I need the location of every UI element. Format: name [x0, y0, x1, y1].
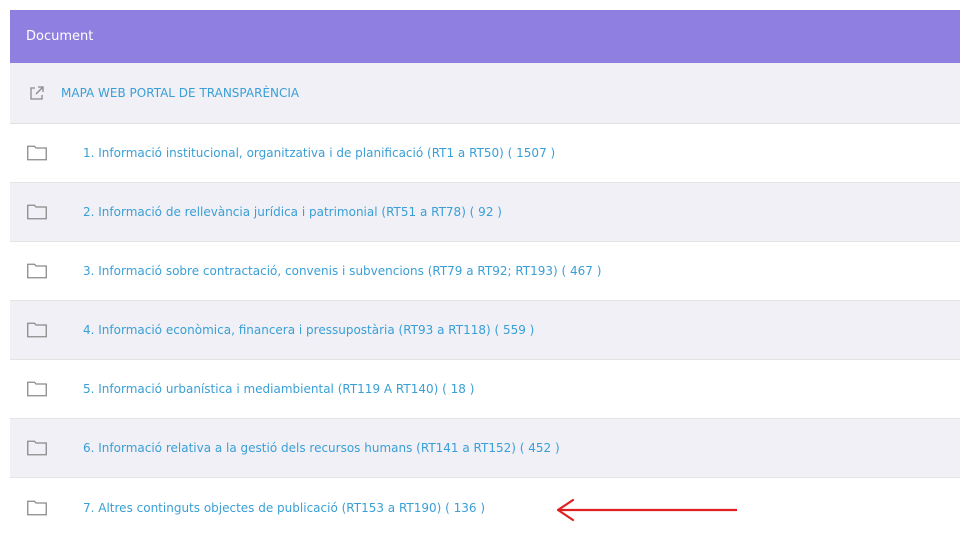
- folder-icon: [27, 440, 47, 456]
- folder-row-1[interactable]: 1. Informació institucional, organitzati…: [10, 124, 960, 183]
- folder-icon: [27, 381, 47, 397]
- folder-link-1[interactable]: 1. Informació institucional, organitzati…: [83, 146, 555, 160]
- folder-row-5[interactable]: 5. Informació urbanística i mediambienta…: [10, 360, 960, 419]
- folder-link-6[interactable]: 6. Informació relativa a la gestió dels …: [83, 441, 560, 455]
- folder-icon: [27, 500, 47, 515]
- red-arrow-icon: [555, 497, 740, 527]
- folder-link-4[interactable]: 4. Informació econòmica, financera i pre…: [83, 323, 534, 337]
- folder-row-4[interactable]: 4. Informació econòmica, financera i pre…: [10, 301, 960, 360]
- folder-link-2[interactable]: 2. Informació de rellevància jurídica i …: [83, 205, 502, 219]
- folder-row-7[interactable]: 7. Altres continguts objectes de publica…: [10, 478, 960, 537]
- table-header: Document: [10, 10, 960, 63]
- folder-link-5[interactable]: 5. Informació urbanística i mediambienta…: [83, 382, 474, 396]
- folder-icon: [27, 263, 47, 279]
- folder-row-2[interactable]: 2. Informació de rellevància jurídica i …: [10, 183, 960, 242]
- folder-icon: [27, 322, 47, 338]
- folder-link-7[interactable]: 7. Altres continguts objectes de publica…: [83, 501, 485, 515]
- external-link-icon: [29, 85, 45, 101]
- folder-link-3[interactable]: 3. Informació sobre contractació, conven…: [83, 264, 601, 278]
- map-link-row[interactable]: MAPA WEB PORTAL DE TRANSPARÈNCIA: [10, 63, 960, 124]
- map-link[interactable]: MAPA WEB PORTAL DE TRANSPARÈNCIA: [61, 86, 299, 100]
- folder-row-6[interactable]: 6. Informació relativa a la gestió dels …: [10, 419, 960, 478]
- document-table: Document MAPA WEB PORTAL DE TRANSPARÈNCI…: [10, 10, 960, 537]
- folder-row-3[interactable]: 3. Informació sobre contractació, conven…: [10, 242, 960, 301]
- header-title: Document: [26, 29, 94, 44]
- folder-icon: [27, 204, 47, 220]
- folder-icon: [27, 145, 47, 161]
